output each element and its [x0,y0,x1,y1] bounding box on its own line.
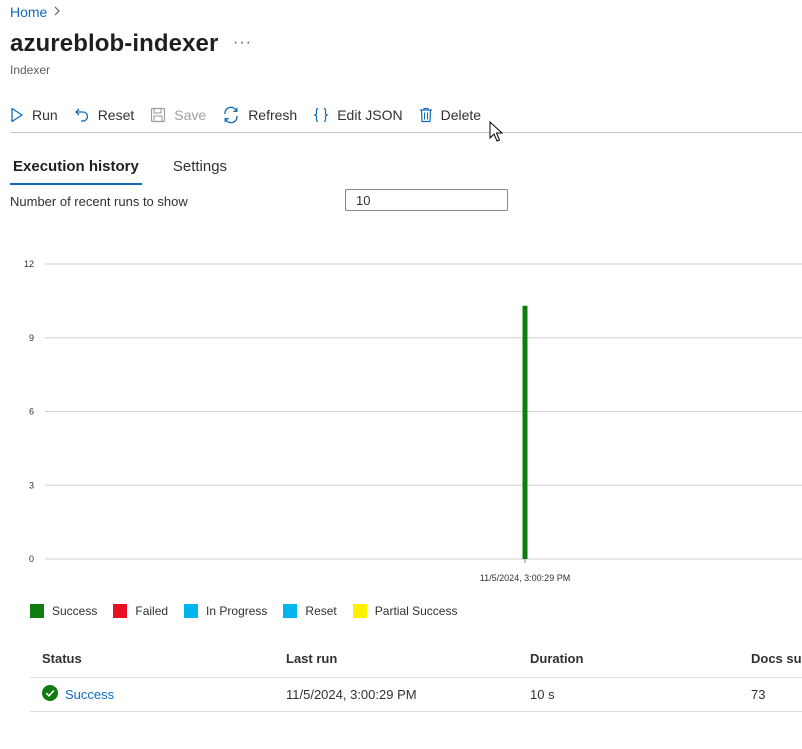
legend-item[interactable]: Success [30,604,97,618]
execution-history-chart: 0 3 6 9 12 11/5/2024, 3:00:29 PM [24,259,802,583]
toolbar-divider [10,132,802,133]
legend-label: In Progress [206,604,268,618]
last-run-cell: 11/5/2024, 3:00:29 PM [286,687,417,702]
legend-item[interactable]: Failed [113,604,168,618]
table-row[interactable]: Success 11/5/2024, 3:00:29 PM 10 s 73 [30,678,802,712]
undo-icon [74,107,90,123]
header-docs-succeeded[interactable]: Docs succ [739,651,802,666]
refresh-icon [222,106,240,124]
command-bar: Run Reset Save Refresh Edit JSON Delete [10,100,497,130]
reset-button-label: Reset [97,107,135,123]
refresh-button-label: Refresh [248,107,298,123]
tab-execution-history[interactable]: Execution history [10,155,142,185]
recent-runs-input[interactable] [345,189,508,211]
mouse-cursor-icon [489,120,504,148]
legend-item[interactable]: In Progress [184,604,267,618]
legend-swatch [113,604,128,618]
legend-swatch [184,604,199,618]
header-last-run[interactable]: Last run [274,651,518,666]
run-button-label: Run [32,107,58,123]
legend-swatch [352,604,367,618]
delete-button[interactable]: Delete [419,107,481,123]
header-status[interactable]: Status [30,651,274,666]
delete-button-label: Delete [440,107,482,123]
refresh-button[interactable]: Refresh [222,106,297,124]
bar-success [522,305,528,559]
chevron-right-icon [53,4,61,19]
legend-item[interactable]: Partial Success [352,604,458,618]
x-tick-label: 11/5/2024, 3:00:29 PM [480,573,570,583]
trash-icon [419,107,433,123]
page-subtitle: Indexer [10,63,51,77]
y-tick-label: 9 [29,333,34,343]
success-check-icon [42,685,58,704]
edit-json-button[interactable]: Edit JSON [313,107,403,123]
header-duration[interactable]: Duration [518,651,739,666]
save-icon [150,107,166,123]
save-button[interactable]: Save [150,107,206,123]
reset-button[interactable]: Reset [74,107,135,123]
status-link[interactable]: Success [65,687,114,702]
recent-runs-label: Number of recent runs to show [10,194,188,209]
legend-label: Reset [305,604,337,618]
more-options-button[interactable]: ··· [233,34,252,52]
execution-history-table: Status Last run Duration Docs succ Succe… [30,640,802,712]
legend-swatch [283,604,298,618]
table-header: Status Last run Duration Docs succ [30,640,802,678]
braces-icon [313,107,330,123]
legend-label: Failed [135,604,169,618]
breadcrumb: Home [10,4,61,20]
y-tick-label: 12 [24,259,34,269]
tab-settings[interactable]: Settings [170,155,230,185]
legend-swatch [30,604,44,618]
run-button[interactable]: Run [10,107,58,123]
legend-item[interactable]: Reset [283,604,337,618]
legend-label: Partial Success [374,604,458,618]
tab-list: Execution history Settings [10,155,230,185]
edit-json-button-label: Edit JSON [337,107,403,123]
save-button-label: Save [174,107,207,123]
docs-succeeded-cell: 73 [751,687,766,702]
status-cell: Success [30,685,274,704]
chart-legend: Success Failed In Progress Reset Partial Suc… [30,604,473,618]
page-title: azureblob-indexer [10,30,219,57]
duration-cell: 10 s [530,687,555,702]
y-tick-label: 0 [29,554,34,564]
play-icon [10,107,24,123]
y-tick-label: 6 [29,407,34,417]
y-tick-label: 3 [29,480,34,490]
legend-label: Success [52,604,98,618]
breadcrumb-home-link[interactable]: Home [10,4,47,20]
